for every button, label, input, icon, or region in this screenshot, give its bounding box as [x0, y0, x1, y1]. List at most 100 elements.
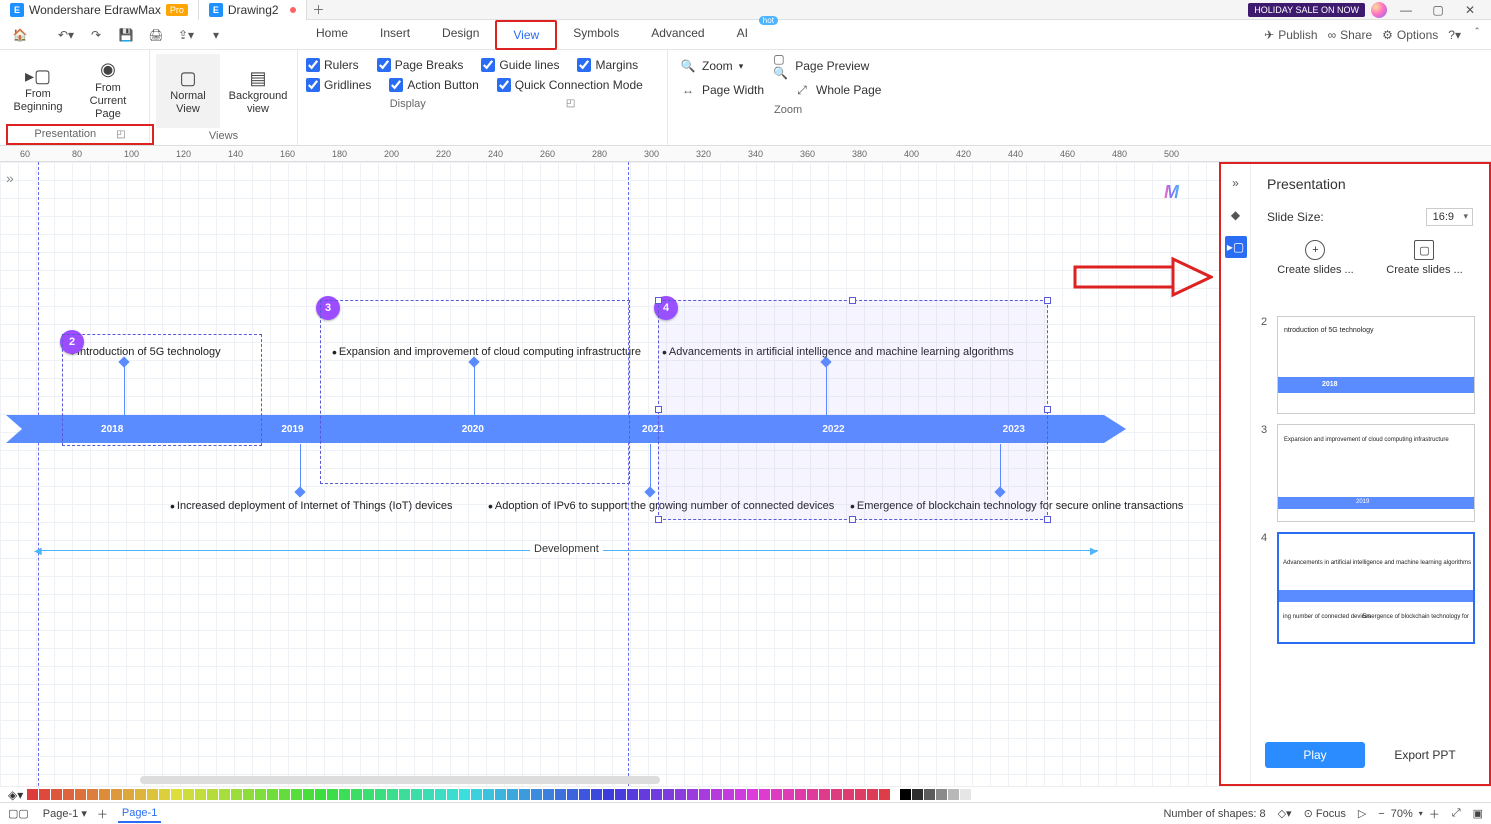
- page-tab-active[interactable]: Page-1: [118, 805, 161, 823]
- color-swatch[interactable]: [663, 789, 674, 800]
- color-swatch[interactable]: [519, 789, 530, 800]
- color-swatch[interactable]: [783, 789, 794, 800]
- color-swatch[interactable]: [435, 789, 446, 800]
- normal-view-button[interactable]: ▢Normal View: [156, 54, 220, 128]
- color-swatch[interactable]: [423, 789, 434, 800]
- page-preview-button[interactable]: ▢🔍Page Preview: [773, 58, 869, 74]
- color-swatch[interactable]: [291, 789, 302, 800]
- share-button[interactable]: ∞Share: [1328, 28, 1373, 42]
- zoom-in-button[interactable]: ＋: [1429, 806, 1440, 822]
- color-swatch[interactable]: [303, 789, 314, 800]
- color-swatch[interactable]: [912, 789, 923, 800]
- color-swatch[interactable]: [39, 789, 50, 800]
- focus-button[interactable]: ⊙ Focus: [1304, 807, 1346, 820]
- guide-lines-checkbox[interactable]: Guide lines: [481, 58, 559, 72]
- color-swatch[interactable]: [219, 789, 230, 800]
- minimize-button[interactable]: —: [1393, 1, 1419, 19]
- slide-size-select[interactable]: 16:9: [1426, 208, 1473, 226]
- color-swatch[interactable]: [351, 789, 362, 800]
- close-button[interactable]: ✕: [1457, 1, 1483, 19]
- page-width-button[interactable]: ↔Page Width: [680, 82, 764, 98]
- quick-connection-checkbox[interactable]: Quick Connection Mode: [497, 78, 643, 92]
- color-swatch[interactable]: [267, 789, 278, 800]
- slide-thumbnail[interactable]: Expansion and improvement of cloud compu…: [1277, 424, 1475, 522]
- slide-item[interactable]: 3 Expansion and improvement of cloud com…: [1261, 424, 1475, 522]
- create-slides-auto-button[interactable]: ▢Create slides ...: [1386, 240, 1462, 276]
- qat-more[interactable]: ▾: [204, 23, 228, 47]
- color-swatch[interactable]: [699, 789, 710, 800]
- fill-tool-icon[interactable]: ◆: [1225, 204, 1247, 226]
- tab-insert[interactable]: Insert: [364, 20, 426, 50]
- color-swatch[interactable]: [363, 789, 374, 800]
- color-swatch[interactable]: [591, 789, 602, 800]
- slide-item[interactable]: 4 Advancements in artificial intelligenc…: [1261, 532, 1475, 644]
- color-swatch[interactable]: [135, 789, 146, 800]
- document-tab[interactable]: E Drawing2: [199, 0, 307, 20]
- color-swatch[interactable]: [495, 789, 506, 800]
- slide-thumbnail-selected[interactable]: Advancements in artificial intelligence …: [1277, 532, 1475, 644]
- color-swatch[interactable]: [183, 789, 194, 800]
- color-swatch[interactable]: [687, 789, 698, 800]
- color-swatch[interactable]: [387, 789, 398, 800]
- print-button[interactable]: 🖨: [144, 23, 168, 47]
- tab-advanced[interactable]: Advanced: [635, 20, 720, 50]
- color-swatch[interactable]: [819, 789, 830, 800]
- color-swatch[interactable]: [747, 789, 758, 800]
- rulers-checkbox[interactable]: Rulers: [306, 58, 359, 72]
- from-beginning-button[interactable]: ▸▢From Beginning: [6, 54, 70, 124]
- fit-page-icon[interactable]: ⤢: [1452, 807, 1461, 820]
- display-dialog-launcher-icon[interactable]: ◰: [566, 98, 575, 110]
- collapse-ribbon-button[interactable]: ＾: [1471, 26, 1483, 43]
- development-label[interactable]: Development: [530, 543, 603, 555]
- play-preview-icon[interactable]: ▷: [1358, 807, 1366, 820]
- page-breaks-checkbox[interactable]: Page Breaks: [377, 58, 464, 72]
- margins-checkbox[interactable]: Margins: [577, 58, 638, 72]
- color-swatch[interactable]: [723, 789, 734, 800]
- slide-region-selected[interactable]: [658, 300, 1048, 520]
- options-button[interactable]: ⚙Options: [1382, 28, 1438, 42]
- promo-banner[interactable]: HOLIDAY SALE ON NOW: [1248, 3, 1365, 17]
- play-button[interactable]: Play: [1265, 742, 1365, 768]
- color-swatch[interactable]: [243, 789, 254, 800]
- zoom-dropdown[interactable]: 🔍Zoom▾: [680, 58, 743, 74]
- page-selector[interactable]: Page-1 ▾: [43, 807, 87, 820]
- canvas[interactable]: » M 201820192020202120222023 Introductio…: [0, 162, 1219, 786]
- color-swatch[interactable]: [879, 789, 890, 800]
- color-swatch[interactable]: [579, 789, 590, 800]
- color-swatch[interactable]: [924, 789, 935, 800]
- color-swatch[interactable]: [195, 789, 206, 800]
- home-icon[interactable]: 🏠: [8, 23, 32, 47]
- help-button[interactable]: ?▾: [1448, 28, 1461, 42]
- tab-ai[interactable]: AI: [721, 20, 764, 50]
- action-button-checkbox[interactable]: Action Button: [389, 78, 478, 92]
- color-swatch[interactable]: [231, 789, 242, 800]
- color-swatch[interactable]: [51, 789, 62, 800]
- color-swatch[interactable]: [615, 789, 626, 800]
- color-swatch[interactable]: [543, 789, 554, 800]
- color-swatch[interactable]: [936, 789, 947, 800]
- color-swatch[interactable]: [855, 789, 866, 800]
- color-swatch[interactable]: [159, 789, 170, 800]
- expand-handle-icon[interactable]: »: [6, 170, 14, 186]
- zoom-dropdown-icon[interactable]: ▾: [1419, 809, 1423, 818]
- from-current-button[interactable]: ◉From Current Page: [76, 54, 140, 124]
- color-swatch[interactable]: [339, 789, 350, 800]
- color-swatch[interactable]: [63, 789, 74, 800]
- slide-region[interactable]: [62, 334, 262, 446]
- dialog-launcher-icon[interactable]: ◰: [116, 129, 125, 140]
- color-swatch[interactable]: [171, 789, 182, 800]
- color-swatch[interactable]: [843, 789, 854, 800]
- slide-item[interactable]: 2 ntroduction of 5G technology 2018: [1261, 316, 1475, 414]
- color-swatch[interactable]: [471, 789, 482, 800]
- add-page-button[interactable]: ＋: [97, 806, 108, 822]
- color-swatch[interactable]: [447, 789, 458, 800]
- color-swatch[interactable]: [531, 789, 542, 800]
- whole-page-button[interactable]: ⤢Whole Page: [794, 82, 881, 98]
- color-swatch[interactable]: [831, 789, 842, 800]
- timeline-note[interactable]: Increased deployment of Internet of Thin…: [170, 498, 452, 514]
- color-swatch[interactable]: [711, 789, 722, 800]
- color-swatch[interactable]: [735, 789, 746, 800]
- color-swatch[interactable]: [639, 789, 650, 800]
- color-swatch[interactable]: [375, 789, 386, 800]
- color-swatch[interactable]: [627, 789, 638, 800]
